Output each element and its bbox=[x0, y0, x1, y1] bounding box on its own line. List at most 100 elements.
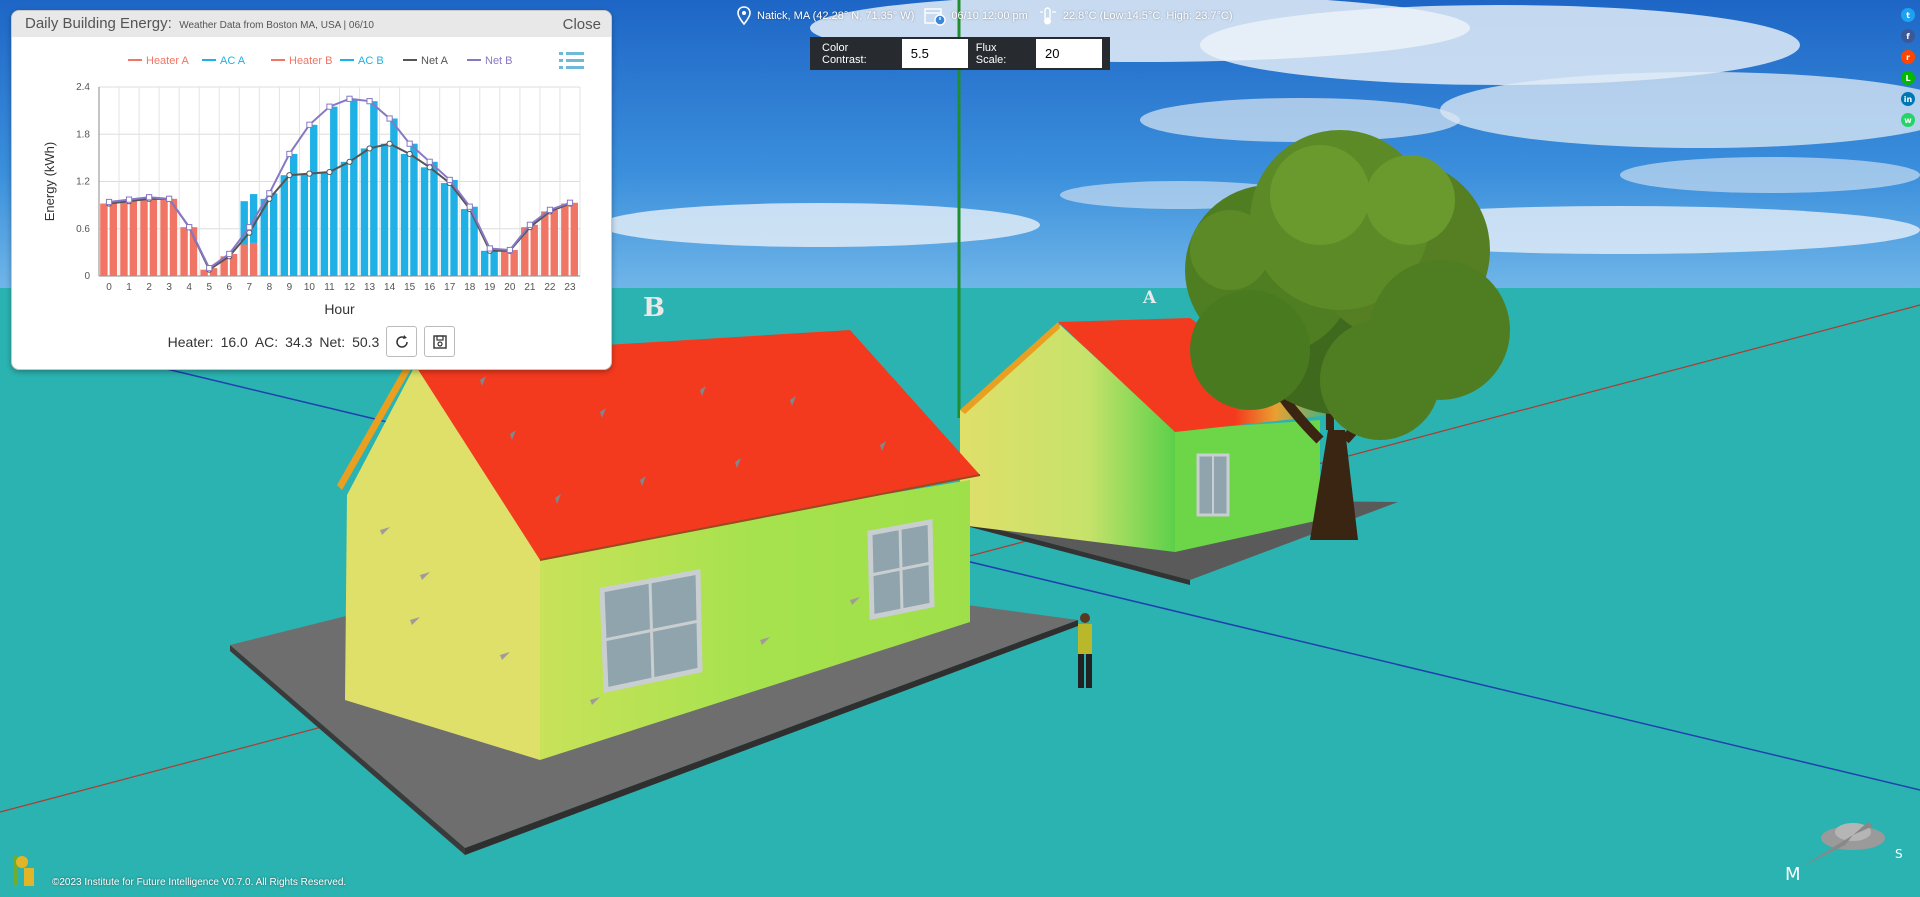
chart-bar bbox=[120, 201, 128, 276]
line-point bbox=[446, 176, 453, 184]
linkedin-icon[interactable]: in bbox=[1901, 92, 1915, 106]
chart-bar bbox=[109, 201, 118, 276]
line-point bbox=[426, 158, 433, 165]
x-tick-label: 19 bbox=[484, 282, 496, 293]
x-tick-label: 14 bbox=[384, 282, 396, 293]
chart-bar bbox=[570, 202, 578, 276]
line-point bbox=[286, 172, 293, 179]
line-point bbox=[326, 168, 333, 176]
svg-text:S: S bbox=[1895, 847, 1903, 861]
chart-bar bbox=[480, 250, 489, 276]
line-point bbox=[246, 224, 253, 231]
chart-bar bbox=[149, 197, 158, 276]
line-point bbox=[306, 121, 313, 128]
calendar-clock-icon bbox=[924, 8, 947, 26]
chart-bar bbox=[430, 161, 438, 276]
chart-bar bbox=[561, 203, 569, 276]
legend-item[interactable]: Heater A bbox=[128, 55, 189, 67]
line-point bbox=[125, 196, 133, 203]
svg-text:M: M bbox=[1785, 864, 1801, 885]
location-pin-icon bbox=[737, 6, 751, 26]
save-button[interactable] bbox=[424, 326, 456, 357]
y-tick-label: 1.8 bbox=[76, 129, 90, 140]
weather-info[interactable]: 22.8°C (Low:14.5°C, High: 23.7°C) bbox=[1038, 6, 1233, 26]
location-info[interactable]: Natick, MA (42.28° N, 71.35° W) bbox=[736, 6, 914, 26]
facebook-icon[interactable]: f bbox=[1901, 29, 1915, 43]
x-tick-label: 15 bbox=[404, 282, 416, 293]
chart-bar bbox=[360, 148, 369, 276]
x-tick-label: 21 bbox=[524, 282, 536, 293]
x-tick-label: 12 bbox=[344, 282, 356, 293]
x-tick-label: 18 bbox=[464, 282, 476, 293]
flux-scale-input[interactable] bbox=[1036, 39, 1102, 68]
legend-item[interactable]: Heater B bbox=[271, 55, 332, 67]
refresh-icon bbox=[396, 334, 408, 348]
x-tick-label: 11 bbox=[324, 282, 335, 293]
refresh-button[interactable] bbox=[386, 326, 418, 357]
flux-scale-label: Flux Scale: bbox=[975, 41, 1007, 66]
energy-chart: 00.61.21.82.40 1 2 3 4 5 6 7 8 9 10 11 12 13 14 15 16 17 1… bbox=[42, 52, 584, 317]
svg-text:Heater B: Heater B bbox=[289, 55, 332, 67]
chart-bar bbox=[340, 161, 349, 276]
chart-bar bbox=[440, 183, 449, 276]
line-icon[interactable]: L bbox=[1901, 71, 1915, 85]
chart-bar bbox=[310, 124, 318, 276]
chart-bar bbox=[169, 198, 178, 276]
chart-bar bbox=[400, 153, 409, 276]
chart-bar bbox=[501, 250, 509, 276]
chart-bar bbox=[240, 244, 248, 276]
y-axis-label: Energy (kWh) bbox=[42, 142, 57, 221]
chart-menu-icon[interactable] bbox=[559, 52, 584, 69]
chart-bar bbox=[100, 203, 108, 276]
line-point bbox=[526, 221, 533, 228]
y-tick-label: 0.6 bbox=[76, 224, 90, 235]
chart-bar bbox=[370, 101, 378, 276]
x-tick-label: 1 bbox=[126, 282, 132, 293]
line-point bbox=[406, 140, 413, 147]
reddit-icon[interactable]: r bbox=[1901, 50, 1915, 64]
panel-header[interactable]: Daily Building Energy: Weather Data from… bbox=[12, 11, 611, 37]
line-point bbox=[306, 170, 313, 177]
legend-item[interactable]: Net B bbox=[467, 55, 513, 67]
x-tick-label: 5 bbox=[206, 282, 212, 293]
ac-total-label: AC: bbox=[254, 333, 279, 350]
panel-footer: Heater: 16.0 AC: 34.3 Net: 50.3 bbox=[12, 326, 611, 357]
svg-text:AC A: AC A bbox=[220, 55, 246, 67]
legend-item[interactable]: Net A bbox=[403, 55, 449, 67]
svg-text:Net B: Net B bbox=[485, 55, 513, 67]
chart-bar bbox=[350, 98, 358, 276]
line-point bbox=[386, 140, 393, 147]
chart-bar bbox=[380, 143, 389, 276]
close-button[interactable]: Close bbox=[563, 16, 601, 33]
x-tick-label: 16 bbox=[424, 282, 436, 293]
svg-text:AC B: AC B bbox=[358, 55, 384, 67]
color-contrast-label: Color Contrast: bbox=[822, 41, 867, 66]
house-b-label: B bbox=[643, 293, 665, 323]
location-text: Natick, MA (42.28° N, 71.35° W) bbox=[757, 10, 915, 22]
chart-bar bbox=[129, 199, 138, 276]
thermometer-sun-icon bbox=[1039, 7, 1056, 25]
copyright-text: ©2023 Institute for Future Intelligence … bbox=[52, 877, 347, 888]
x-tick-label: 10 bbox=[304, 282, 316, 293]
x-tick-label: 7 bbox=[247, 282, 253, 293]
legend-item[interactable]: AC B bbox=[340, 55, 384, 67]
heater-total-value: 16.0 bbox=[220, 333, 248, 350]
share-bar: t f r Lin w bbox=[1901, 8, 1915, 127]
chart-bar bbox=[410, 143, 418, 276]
line-point bbox=[105, 198, 113, 206]
twitter-icon[interactable]: t bbox=[1901, 8, 1915, 22]
y-tick-label: 0 bbox=[84, 271, 90, 282]
chart-bar bbox=[420, 167, 429, 276]
svg-text:Heater A: Heater A bbox=[146, 55, 189, 67]
weather-text: 22.8°C (Low:14.5°C, High: 23.7°C) bbox=[1062, 10, 1233, 22]
chart-bar bbox=[530, 224, 538, 276]
color-contrast-input[interactable] bbox=[901, 39, 968, 68]
x-axis-label: Hour bbox=[324, 301, 355, 317]
datetime-info[interactable]: 06/10 12:00 pm bbox=[924, 6, 1028, 26]
legend-item[interactable]: AC A bbox=[202, 55, 246, 67]
line-point bbox=[346, 95, 353, 102]
whatsapp-icon[interactable]: w bbox=[1901, 113, 1915, 127]
line-point bbox=[186, 224, 193, 231]
line-point bbox=[386, 115, 393, 122]
x-tick-label: 13 bbox=[364, 282, 376, 293]
